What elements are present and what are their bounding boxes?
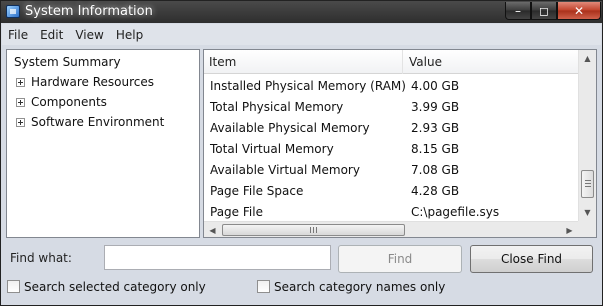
search-category-names-option[interactable]: Search category names only <box>257 279 445 294</box>
scroll-right-arrow-icon[interactable]: ▶ <box>561 222 578 237</box>
row-value: 3.99 GB <box>411 100 460 114</box>
search-selected-category-checkbox[interactable] <box>7 280 20 293</box>
row-item: Installed Physical Memory (RAM) <box>210 79 406 93</box>
expand-icon[interactable] <box>16 97 25 107</box>
table-row[interactable]: Available Physical Memory 2.93 GB <box>204 118 578 139</box>
tree-item-components[interactable]: Components <box>16 93 107 111</box>
close-button[interactable]: ✕ <box>557 2 601 20</box>
maximize-button[interactable]: ◻ <box>531 2 557 20</box>
row-value: 7.08 GB <box>411 163 460 177</box>
row-value: 2.93 GB <box>411 121 460 135</box>
row-value: 4.00 GB <box>411 79 460 93</box>
column-header-value[interactable]: Value <box>404 50 578 74</box>
table-row[interactable]: Available Virtual Memory 7.08 GB <box>204 160 578 181</box>
vertical-scrollbar[interactable]: ▲ ▼ <box>578 50 596 221</box>
row-item: Available Virtual Memory <box>210 163 360 177</box>
table-row[interactable]: Total Physical Memory 3.99 GB <box>204 97 578 118</box>
search-category-names-checkbox[interactable] <box>257 280 270 293</box>
scroll-left-arrow-icon[interactable]: ◀ <box>204 222 221 237</box>
tree-item-label: Components <box>31 95 107 109</box>
scroll-up-arrow-icon[interactable]: ▲ <box>579 50 596 67</box>
title-bar[interactable]: System Information – ◻ ✕ <box>1 1 603 23</box>
row-item: Page File Space <box>210 184 304 198</box>
row-value: 4.28 GB <box>411 184 460 198</box>
close-find-button[interactable]: Close Find <box>470 245 593 273</box>
tree-item-system-summary[interactable]: System Summary <box>13 53 122 71</box>
table-row[interactable]: Page File Space 4.28 GB <box>204 181 578 202</box>
menu-file[interactable]: File <box>2 28 34 42</box>
horizontal-scrollbar[interactable]: ◀ ▶ <box>204 221 578 237</box>
category-tree: System Summary Hardware Resources Compon… <box>6 49 200 238</box>
app-window: System Information – ◻ ✕ File Edit View … <box>0 0 603 306</box>
tree-item-label: Hardware Resources <box>31 75 155 89</box>
details-list: Item Value Installed Physical Memory (RA… <box>203 49 597 238</box>
horizontal-scroll-thumb[interactable] <box>222 224 405 236</box>
window-title: System Information <box>25 4 153 19</box>
list-header: Item Value <box>204 50 578 74</box>
scrollbar-corner <box>578 221 596 237</box>
tree-item-label: System Summary <box>13 55 122 69</box>
vertical-scroll-thumb[interactable] <box>581 170 594 198</box>
row-item: Total Virtual Memory <box>210 142 334 156</box>
search-selected-category-label: Search selected category only <box>24 279 206 294</box>
find-what-label: Find what: <box>10 251 72 265</box>
row-item: Available Physical Memory <box>210 121 370 135</box>
tree-item-software-environment[interactable]: Software Environment <box>16 113 164 131</box>
close-icon: ✕ <box>573 3 585 18</box>
system-information-icon <box>6 5 20 18</box>
find-what-input[interactable] <box>104 245 331 270</box>
column-header-item[interactable]: Item <box>204 50 403 74</box>
row-value: 8.15 GB <box>411 142 460 156</box>
row-item: Total Physical Memory <box>210 100 344 114</box>
menu-help[interactable]: Help <box>110 28 149 42</box>
maximize-icon: ◻ <box>539 3 549 18</box>
table-row[interactable]: Page File C:\pagefile.sys <box>204 202 578 223</box>
menu-view[interactable]: View <box>69 28 109 42</box>
search-selected-category-option[interactable]: Search selected category only <box>7 279 206 294</box>
minimize-button[interactable]: – <box>505 2 531 20</box>
expand-icon[interactable] <box>16 77 25 87</box>
scroll-down-arrow-icon[interactable]: ▼ <box>579 204 596 221</box>
tree-item-label: Software Environment <box>31 115 165 129</box>
minimize-icon: – <box>515 3 521 18</box>
menu-edit[interactable]: Edit <box>34 28 69 42</box>
row-value: C:\pagefile.sys <box>411 205 500 219</box>
tree-item-hardware-resources[interactable]: Hardware Resources <box>16 73 154 91</box>
expand-icon[interactable] <box>16 117 25 127</box>
table-row[interactable]: Total Virtual Memory 8.15 GB <box>204 139 578 160</box>
find-button[interactable]: Find <box>338 245 462 273</box>
search-category-names-label: Search category names only <box>274 279 446 294</box>
menu-bar: File Edit View Help <box>2 24 601 45</box>
table-row[interactable]: Installed Physical Memory (RAM) 4.00 GB <box>204 76 578 97</box>
row-item: Page File <box>210 205 263 219</box>
